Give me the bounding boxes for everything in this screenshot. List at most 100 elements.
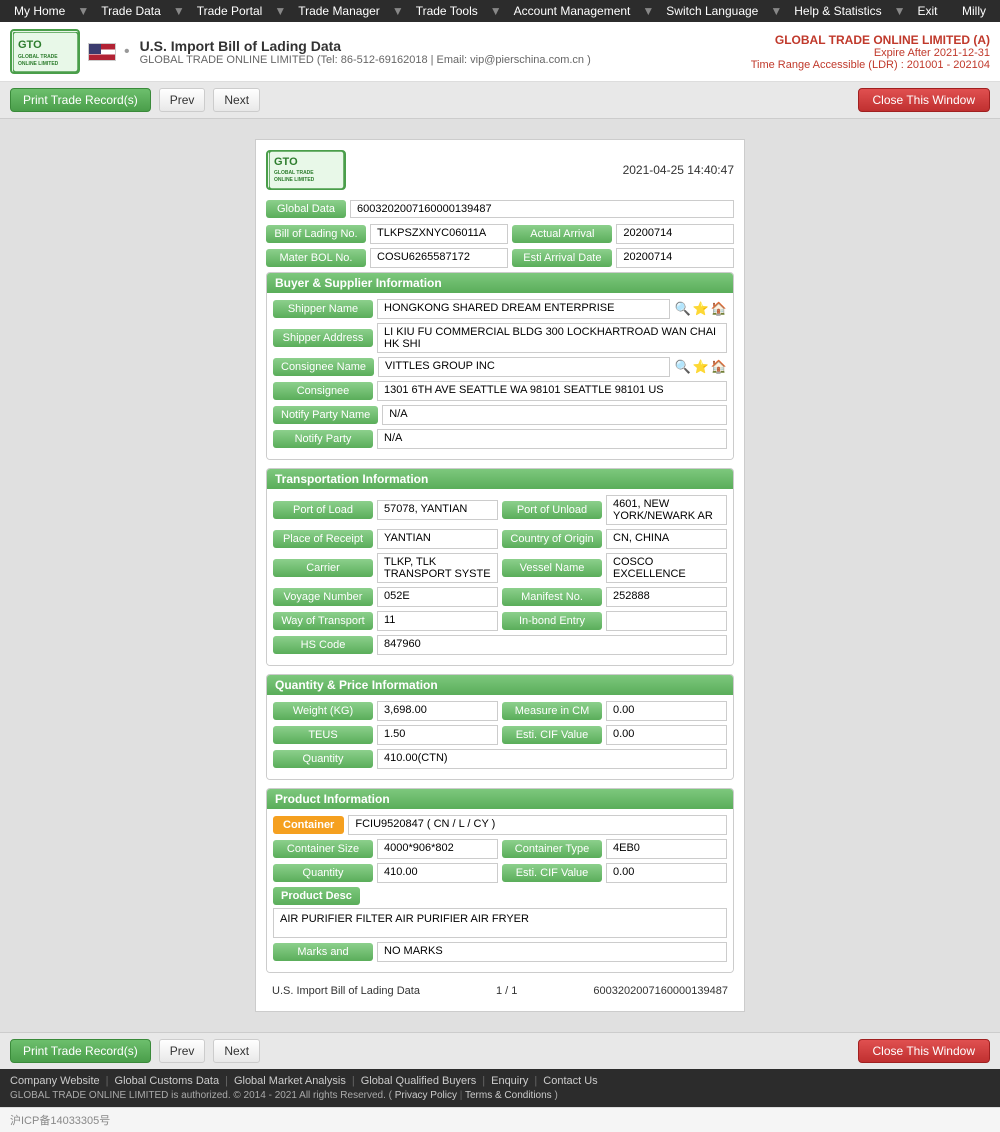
nav-exit[interactable]: Exit <box>912 4 944 18</box>
record-page: 1 / 1 <box>496 985 517 997</box>
weight-value: 3,698.00 <box>377 701 498 721</box>
notify-party-name-label: Notify Party Name <box>273 406 378 424</box>
global-data-label: Global Data <box>266 200 346 218</box>
nav-trade-data[interactable]: Trade Data <box>95 4 167 18</box>
nav-account-management[interactable]: Account Management <box>508 4 637 18</box>
footer-contact-us[interactable]: Contact Us <box>543 1075 597 1087</box>
record-footer: U.S. Import Bill of Lading Data 1 / 1 60… <box>266 981 734 1001</box>
in-bond-value <box>606 611 727 631</box>
transportation-body: Port of Load 57078, YANTIAN Port of Unlo… <box>267 489 733 665</box>
footer-global-market[interactable]: Global Market Analysis <box>234 1075 346 1087</box>
marks-row: Marks and NO MARKS <box>273 942 727 962</box>
master-bol-row: Mater BOL No. COSU6265587172 Esti Arriva… <box>266 248 734 268</box>
notify-party-row: Notify Party N/A <box>273 429 727 449</box>
page-title: U.S. Import Bill of Lading Data <box>140 38 751 54</box>
footer-global-buyers[interactable]: Global Qualified Buyers <box>361 1075 477 1087</box>
manifest-label: Manifest No. <box>502 588 602 606</box>
shipper-search-icon[interactable]: 🔍 <box>674 301 690 317</box>
logo-area: GTO GLOBAL TRADE ONLINE LIMITED • <box>10 29 130 74</box>
voyage-manifest-row: Voyage Number 052E Manifest No. 252888 <box>273 587 727 607</box>
consignee-row: Consignee 1301 6TH AVE SEATTLE WA 98101 … <box>273 381 727 401</box>
container-size-label: Container Size <box>273 840 373 858</box>
nav-trade-portal[interactable]: Trade Portal <box>191 4 269 18</box>
print-record-button-bottom[interactable]: Print Trade Record(s) <box>10 1039 151 1063</box>
hs-code-value: 847960 <box>377 635 727 655</box>
nav-trade-manager[interactable]: Trade Manager <box>292 4 386 18</box>
global-data-row: Global Data 6003202007160000139487 <box>266 200 734 218</box>
container-size-type-row: Container Size 4000*906*802 Container Ty… <box>273 839 727 859</box>
shipper-name-value: HONGKONG SHARED DREAM ENTERPRISE <box>377 299 670 319</box>
notify-party-value: N/A <box>377 429 727 449</box>
consignee-value: 1301 6TH AVE SEATTLE WA 98101 SEATTLE 98… <box>377 381 727 401</box>
top-navigation: My Home ▼ Trade Data ▼ Trade Portal ▼ Tr… <box>0 0 1000 22</box>
actual-arrival-label: Actual Arrival <box>512 225 612 243</box>
header-bar: GTO GLOBAL TRADE ONLINE LIMITED • U.S. I… <box>0 22 1000 82</box>
consignee-home-icon[interactable]: 🏠 <box>711 359 727 375</box>
buyer-supplier-header: Buyer & Supplier Information <box>267 273 733 293</box>
svg-text:ONLINE LIMITED: ONLINE LIMITED <box>18 61 59 67</box>
notify-party-name-row: Notify Party Name N/A <box>273 405 727 425</box>
shipper-home-icon[interactable]: 🏠 <box>711 301 727 317</box>
quantity-price-section: Quantity & Price Information Weight (KG)… <box>266 674 734 780</box>
print-record-button-top[interactable]: Print Trade Record(s) <box>10 88 151 112</box>
prev-button-top[interactable]: Prev <box>159 88 206 112</box>
port-unload-value: 4601, NEW YORK/NEWARK AR <box>606 495 727 525</box>
bol-row: Bill of Lading No. TLKPSZXNYC06011A Actu… <box>266 224 734 244</box>
teus-label: TEUS <box>273 726 373 744</box>
user-name: Milly <box>956 4 992 18</box>
next-button-top[interactable]: Next <box>213 88 260 112</box>
footer-enquiry[interactable]: Enquiry <box>491 1075 528 1087</box>
footer-company-website[interactable]: Company Website <box>10 1075 100 1087</box>
main-record-panel: GTO GLOBAL TRADE ONLINE LIMITED 2021-04-… <box>255 139 745 1012</box>
shipper-name-actions: 🔍 ⭐ 🏠 <box>674 301 727 317</box>
nav-help-statistics[interactable]: Help & Statistics <box>788 4 887 18</box>
weight-label: Weight (KG) <box>273 702 373 720</box>
port-row: Port of Load 57078, YANTIAN Port of Unlo… <box>273 495 727 525</box>
header-right-block: GLOBAL TRADE ONLINE LIMITED (A) Expire A… <box>751 33 990 71</box>
svg-text:GLOBAL TRADE: GLOBAL TRADE <box>18 54 58 60</box>
global-data-value: 6003202007160000139487 <box>350 200 734 218</box>
notify-party-name-value: N/A <box>382 405 727 425</box>
nav-trade-tools[interactable]: Trade Tools <box>410 4 484 18</box>
next-button-bottom[interactable]: Next <box>213 1039 260 1063</box>
record-source: U.S. Import Bill of Lading Data <box>272 985 420 997</box>
marks-label: Marks and <box>273 943 373 961</box>
footer-terms-link[interactable]: Terms & Conditions <box>465 1090 552 1101</box>
footer-global-customs[interactable]: Global Customs Data <box>115 1075 220 1087</box>
footer-privacy-link[interactable]: Privacy Policy <box>395 1090 457 1101</box>
teus-value: 1.50 <box>377 725 498 745</box>
hs-code-row: HS Code 847960 <box>273 635 727 655</box>
carrier-value: TLKP, TLK TRANSPORT SYSTE <box>377 553 498 583</box>
consignee-star-icon[interactable]: ⭐ <box>693 359 709 375</box>
teus-cif-row: TEUS 1.50 Esti. CIF Value 0.00 <box>273 725 727 745</box>
esti-cif-value: 0.00 <box>606 725 727 745</box>
place-receipt-value: YANTIAN <box>377 529 498 549</box>
master-bol-value: COSU6265587172 <box>370 248 508 268</box>
consignee-name-row: Consignee Name VITTLES GROUP INC 🔍 ⭐ 🏠 <box>273 357 727 377</box>
nav-switch-language[interactable]: Switch Language <box>660 4 764 18</box>
voyage-label: Voyage Number <box>273 588 373 606</box>
icp-bar: 沪ICP备14033305号 <box>0 1107 1000 1132</box>
port-unload-label: Port of Unload <box>502 501 602 519</box>
vessel-name-label: Vessel Name <box>502 559 602 577</box>
close-button-bottom[interactable]: Close This Window <box>858 1039 990 1063</box>
marks-value: NO MARKS <box>377 942 727 962</box>
record-header: GTO GLOBAL TRADE ONLINE LIMITED 2021-04-… <box>266 150 734 190</box>
product-header: Product Information <box>267 789 733 809</box>
company-logo: GTO GLOBAL TRADE ONLINE LIMITED <box>10 29 80 74</box>
bol-no-value: TLKPSZXNYC06011A <box>370 224 508 244</box>
time-range: Time Range Accessible (LDR) : 201001 - 2… <box>751 59 990 71</box>
quantity-row: Quantity 410.00(CTN) <box>273 749 727 769</box>
company-name-display: GLOBAL TRADE ONLINE LIMITED (A) <box>751 33 990 47</box>
consignee-search-icon[interactable]: 🔍 <box>674 359 690 375</box>
buyer-supplier-body: Shipper Name HONGKONG SHARED DREAM ENTER… <box>267 293 733 459</box>
shipper-address-row: Shipper Address LI KIU FU COMMERCIAL BLD… <box>273 323 727 353</box>
transportation-header: Transportation Information <box>267 469 733 489</box>
master-bol-label: Mater BOL No. <box>266 249 366 267</box>
prev-button-bottom[interactable]: Prev <box>159 1039 206 1063</box>
close-button-top[interactable]: Close This Window <box>858 88 990 112</box>
shipper-star-icon[interactable]: ⭐ <box>693 301 709 317</box>
nav-my-home[interactable]: My Home <box>8 4 71 18</box>
record-id-footer: 6003202007160000139487 <box>593 985 728 997</box>
shipper-address-value: LI KIU FU COMMERCIAL BLDG 300 LOCKHARTRO… <box>377 323 727 353</box>
